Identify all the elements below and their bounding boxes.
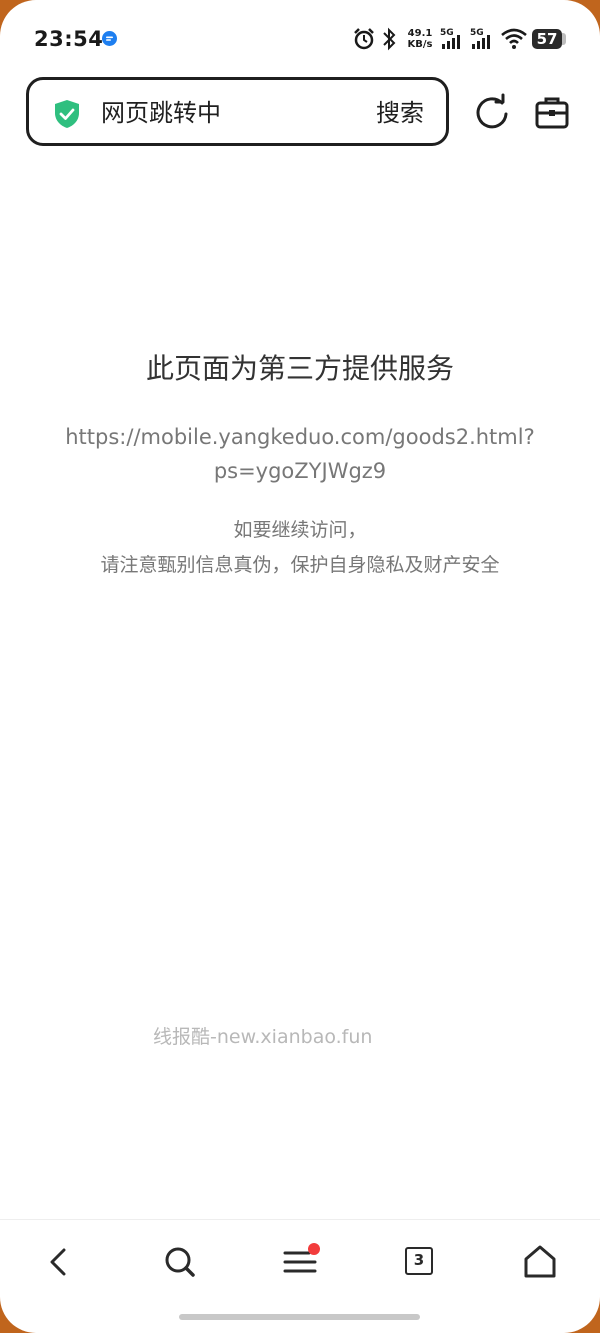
refresh-icon[interactable] (472, 93, 512, 133)
third-party-notice-title: 此页面为第三方提供服务 (145, 352, 454, 385)
address-bar[interactable]: 网页跳转中 搜索 (26, 77, 449, 146)
notification-app-icon (102, 31, 117, 46)
network-speed-unit: KB/s (407, 39, 433, 50)
signal-label: 5G (440, 28, 454, 38)
home-icon[interactable] (518, 1240, 562, 1284)
alarm-icon (354, 28, 374, 50)
battery-tip (562, 33, 566, 45)
status-time: 23:54 (34, 27, 104, 51)
page-title[interactable]: 网页跳转中 (101, 98, 221, 128)
bottom-divider (0, 1219, 600, 1220)
signal-icon: 5G (470, 28, 490, 49)
tabs-button[interactable]: 3 (405, 1247, 433, 1275)
signal-icon: 5G (440, 28, 460, 49)
bluetooth-icon (383, 27, 396, 51)
status-bar: 23:54 49.1 KB/s 5G 5G 57 (0, 0, 600, 74)
warning-line-1: 如要继续访问， (233, 519, 367, 541)
menu-icon[interactable] (278, 1240, 322, 1284)
notification-badge (308, 1243, 320, 1255)
warning-notice: 如要继续访问， 请注意甄别信息真伪，保护自身隐私及财产安全 (0, 513, 600, 583)
signal-label: 5G (470, 28, 484, 38)
battery-level: 57 (532, 29, 562, 49)
network-speed: 49.1 KB/s (406, 28, 434, 50)
watermark-text: 线报酷-new.xianbao.fun (153, 1026, 373, 1048)
target-url: https://mobile.yangkeduo.com/goods2.html… (65, 425, 535, 483)
search-button[interactable]: 搜索 (376, 98, 424, 128)
search-icon[interactable] (158, 1240, 202, 1284)
wifi-icon (501, 28, 527, 49)
back-icon[interactable] (38, 1240, 82, 1284)
home-indicator[interactable] (179, 1314, 420, 1320)
warning-line-2: 请注意甄别信息真伪，保护自身隐私及财产安全 (100, 554, 500, 576)
network-speed-value: 49.1 (407, 28, 433, 39)
toolbox-icon[interactable] (532, 93, 572, 133)
browser-screen: 23:54 49.1 KB/s 5G 5G 57 网页跳转中 搜索 此页面为第三… (0, 0, 600, 1333)
shield-check-icon (55, 100, 79, 128)
